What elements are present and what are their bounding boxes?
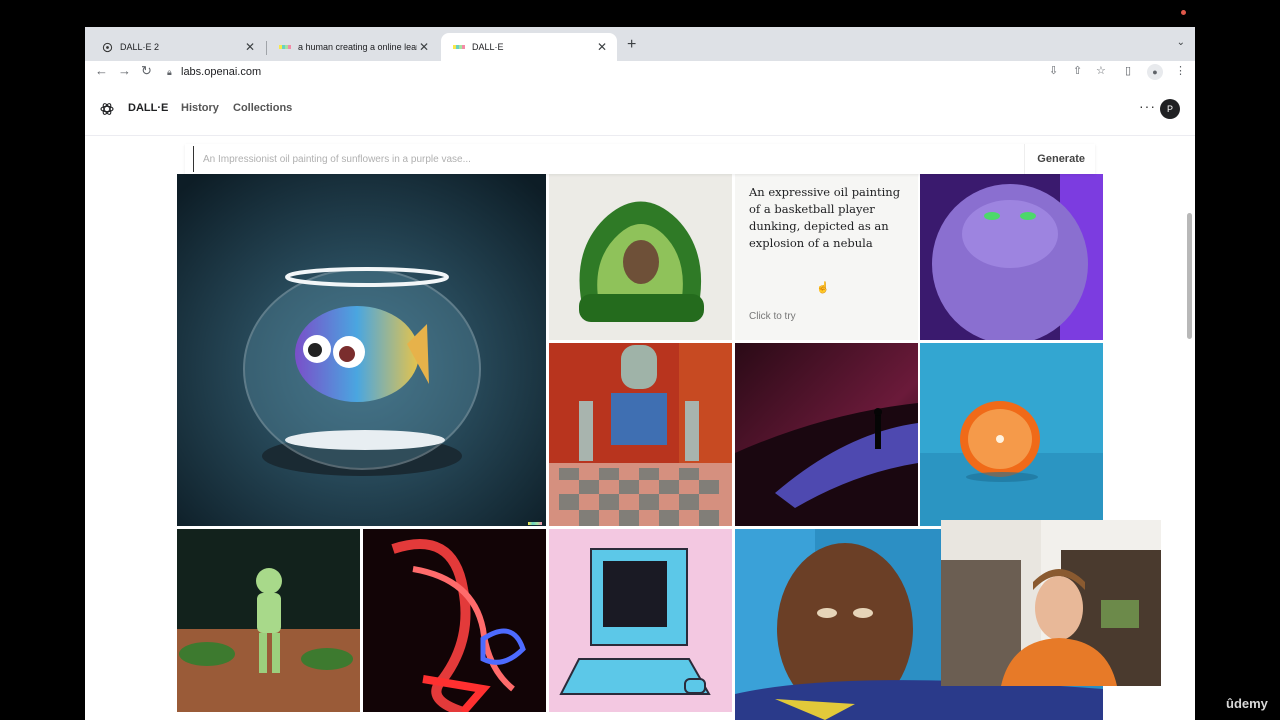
prompt-input[interactable] [193,146,1025,172]
image-robot-chess[interactable] [549,343,732,526]
browser-toolbar: ← → ↻ 🔒︎ labs.openai.com ⇩ ⇧ ☆ ▯ ⋮ [85,61,1195,83]
image-purple-monster[interactable] [920,174,1103,340]
scrollbar[interactable] [1187,213,1192,339]
close-icon[interactable]: ✕ [417,40,431,54]
brand-name[interactable]: DALL·E [128,102,168,114]
tab-strip: DALL·E 2 ✕ a human creating a online lea… [85,27,1195,61]
url-text: labs.openai.com [181,66,262,78]
image-orange-slice[interactable] [920,343,1103,526]
nav-history[interactable]: History [181,102,219,114]
image-fishbowl[interactable] [177,174,546,526]
prompt-suggestion-card[interactable]: An expressive oil painting of a basketba… [735,174,918,340]
profile-icon[interactable]: ● [1147,64,1163,80]
webcam-overlay [941,520,1161,686]
recording-dot [1181,10,1186,15]
openai-icon [101,41,113,53]
share-icon[interactable]: ⇧ [1073,64,1082,77]
image-dark-landscape[interactable] [735,343,918,526]
click-to-try-label: Click to try [749,311,796,322]
image-avocado-chair[interactable] [549,174,732,340]
image-neon-face[interactable] [363,529,546,712]
dalle-stripe-icon [279,41,291,53]
hand-cursor-icon: ☝ [816,282,830,294]
reload-icon[interactable]: ↻ [141,63,152,79]
avatar[interactable]: P [1160,99,1180,119]
install-icon[interactable]: ⇩ [1049,64,1058,77]
lock-icon: 🔒︎ [167,66,172,77]
close-icon[interactable]: ✕ [595,40,609,54]
chevron-down-icon[interactable]: ⌄ [1177,37,1185,48]
address-bar[interactable]: 🔒︎ labs.openai.com [167,63,1027,81]
dalle-stripe-icon [453,41,465,53]
new-tab-button[interactable]: + [627,36,636,54]
tab-human-learning[interactable]: a human creating a online learn ✕ [267,33,439,61]
close-icon[interactable]: ✕ [243,40,257,54]
app-header: DALL·E History Collections ··· P [85,83,1195,136]
prompt-bar: Generate [185,144,1095,174]
tab-title: a human creating a online learn [298,42,417,52]
dalle-signature [528,522,542,525]
featured-prompt: An expressive oil painting of a basketba… [749,185,901,250]
back-arrow-icon[interactable]: ← [95,63,108,78]
side-panel-icon[interactable]: ▯ [1125,64,1131,77]
tab-dalle[interactable]: DALL·E ✕ [441,33,617,61]
kebab-menu-icon[interactable]: ⋮ [1175,64,1186,77]
image-green-astronaut[interactable] [177,529,360,712]
openai-logo-icon[interactable] [99,101,115,117]
generate-button[interactable]: Generate [1024,144,1095,174]
forward-arrow-icon[interactable]: → [118,63,131,78]
udemy-watermark: ûdemy [1226,696,1268,711]
tab-title: DALL·E [472,42,504,52]
nav-collections[interactable]: Collections [233,102,292,114]
more-options-icon[interactable]: ··· [1139,98,1156,114]
tab-title: DALL·E 2 [120,42,160,52]
bookmark-star-icon[interactable]: ☆ [1096,64,1106,77]
image-retro-computer[interactable] [549,529,732,712]
tab-dalle2[interactable]: DALL·E 2 ✕ [89,33,265,61]
